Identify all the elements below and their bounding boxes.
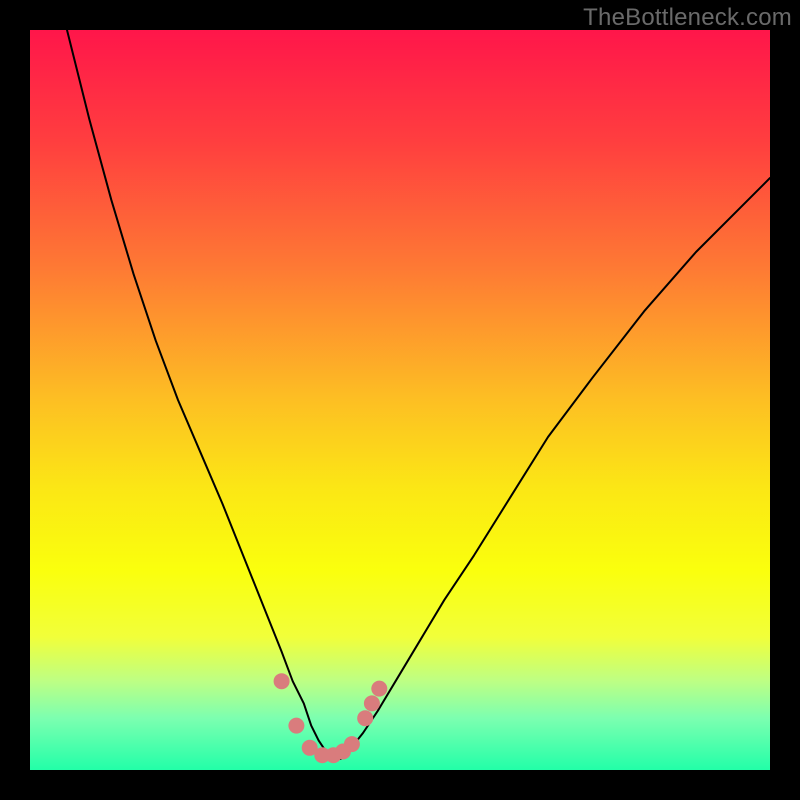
marker-dot	[274, 673, 290, 689]
plot-area	[30, 30, 770, 770]
marker-dot	[371, 681, 387, 697]
marker-dot	[344, 736, 360, 752]
chart-frame: TheBottleneck.com	[0, 0, 800, 800]
chart-background	[30, 30, 770, 770]
marker-dot	[288, 718, 304, 734]
marker-dot	[357, 710, 373, 726]
chart-svg	[30, 30, 770, 770]
watermark-text: TheBottleneck.com	[583, 4, 792, 32]
marker-dot	[364, 695, 380, 711]
